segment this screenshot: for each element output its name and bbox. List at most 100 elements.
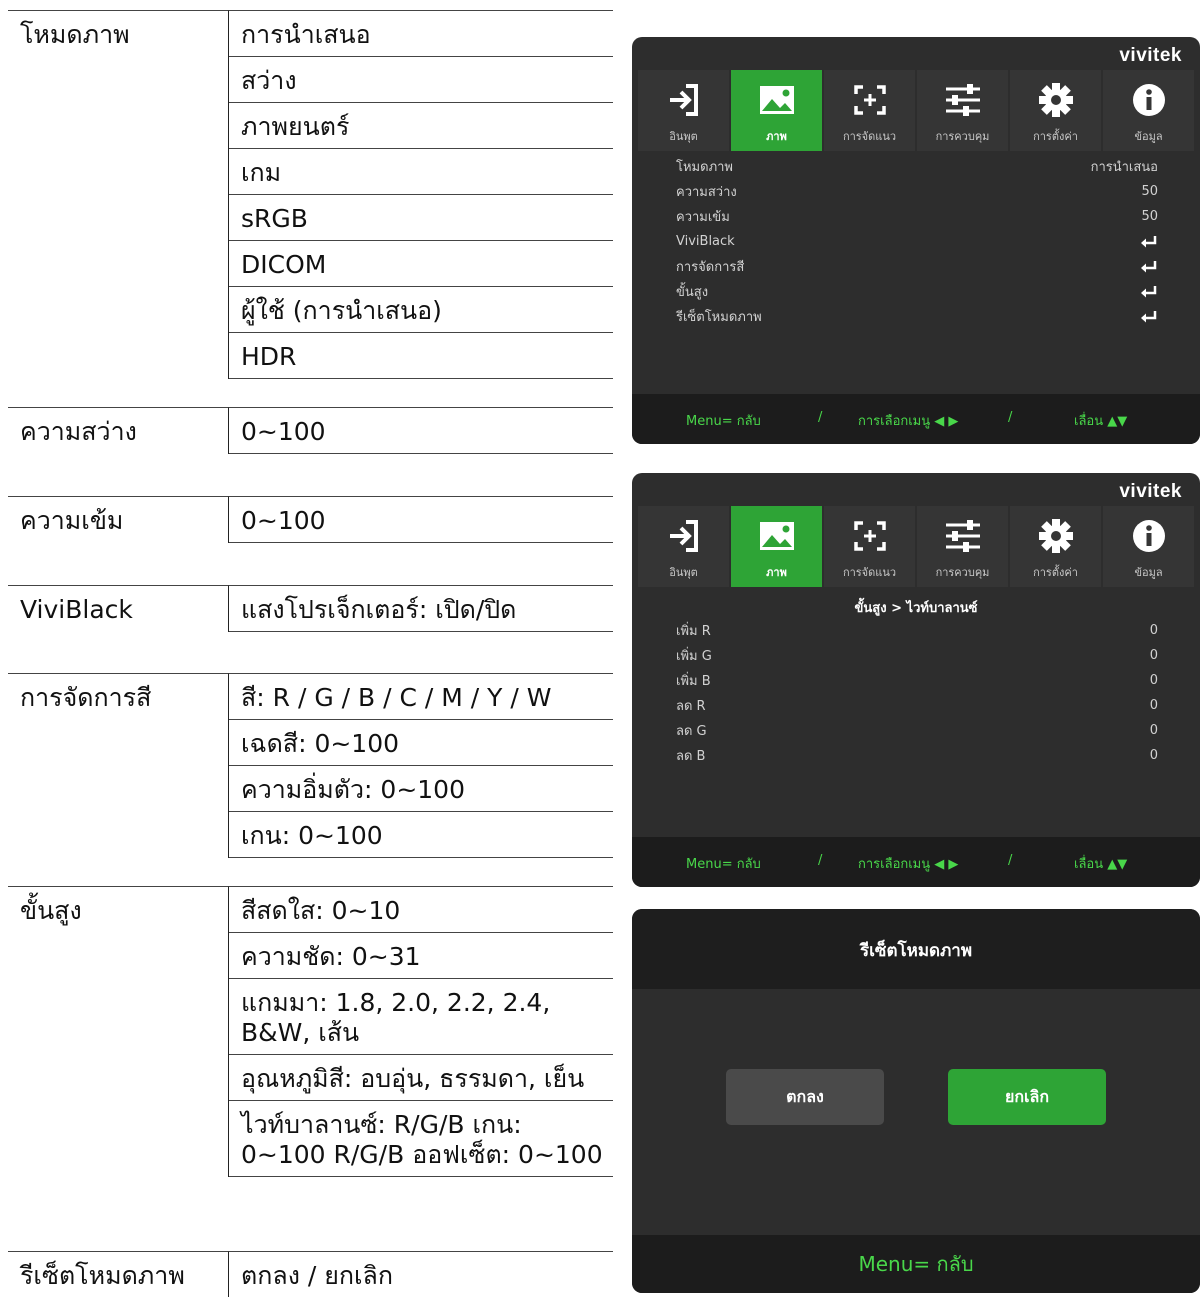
info-icon [1129,518,1169,554]
table-cell: ภาพยนตร์ [229,103,613,149]
table-cell: ไวท์บาลานซ์: R/G/B เกน: 0~100 R/G/B ออฟเ… [229,1101,613,1177]
enter-icon [1140,285,1158,299]
tab-input[interactable]: อินพุต [638,506,729,587]
tab-info[interactable]: ข้อมูล [1103,506,1194,587]
tab-label: ข้อมูล [1134,130,1163,143]
menu-item-value: 0 [1149,673,1158,688]
footer-scroll: เลื่อน ▲▼ [1074,414,1128,429]
table-cell: เฉดสี: 0~100 [229,720,613,766]
table-row-label: การจัดการสี [20,683,152,712]
reset-picture-mode-dialog: รีเซ็ตโหมดภาพ ตกลง ยกเลิก Menu= กลับ [632,909,1200,1293]
menu-item[interactable]: เพิ่ม B 0 [676,668,1158,693]
dialog-footer: Menu= กลับ [632,1235,1200,1293]
enter-icon [1140,260,1158,274]
menu-item[interactable]: ลด B 0 [676,743,1158,768]
menu-item-label: รีเซ็ตโหมดภาพ [676,310,762,325]
menu-item-label: ลด R [676,699,706,714]
menu-item-value: 0 [1149,723,1158,738]
table-cell: 0~100 [229,497,613,543]
footer-sep: / [1008,853,1013,868]
menu-item[interactable]: รีเซ็ตโหมดภาพ [676,304,1158,329]
footer-scroll: เลื่อน ▲▼ [1074,857,1128,872]
osd-tab-bar: อินพุต ภาพ การจัดแนว การควบคุม การตั้งค่า ข้อ… [638,506,1194,587]
menu-item[interactable]: เพิ่ม G 0 [676,643,1158,668]
input-icon [664,82,704,118]
menu-item[interactable]: ViviBlack [676,229,1158,254]
tab-sliders[interactable]: การควบคุม [917,506,1008,587]
tab-label: การตั้งค่า [1033,566,1078,579]
table-row-label: ความเข้ม [20,506,124,535]
footer-sep: / [818,853,823,868]
menu-item[interactable]: ลด G 0 [676,718,1158,743]
input-icon [664,518,704,554]
tab-image[interactable]: ภาพ [731,70,822,151]
tab-label: ภาพ [766,130,787,143]
sliders-icon [943,518,983,554]
table-cell: ผู้ใช้ (การนำเสนอ) [229,287,613,333]
tab-label: ข้อมูล [1134,566,1163,579]
menu-item-label: เพิ่ม G [676,649,712,664]
image-icon [757,82,797,118]
table-cell: ความชัด: 0~31 [229,933,613,979]
osd-footer: Menu= กลับ / การเลือกเมนู ◀ ▶ / เลื่อน ▲▼ [632,837,1200,887]
enter-icon [1140,310,1158,324]
table-cell: ความอิ่มตัว: 0~100 [229,766,613,812]
table-cell: อุณหภูมิสี: อบอุ่น, ธรรมดา, เย็น [229,1055,613,1101]
menu-item-label: การจัดการสี [676,260,745,275]
table-cell: เกม [229,149,613,195]
footer-select: การเลือกเมนู ◀ ▶ [858,857,959,872]
tab-sliders[interactable]: การควบคุม [917,70,1008,151]
menu-item[interactable]: การจัดการสี [676,254,1158,279]
dialog-title: รีเซ็ตโหมดภาพ [859,941,973,961]
tab-label: อินพุต [669,130,698,143]
tab-alignment[interactable]: การจัดแนว [824,506,915,587]
table-values: 0~100 [228,496,613,543]
table-values: สีสดใส: 0~10 ความชัด: 0~31 แกมมา: 1.8, 2.0… [228,886,613,1177]
tab-image[interactable]: ภาพ [731,506,822,587]
cancel-button[interactable]: ยกเลิก [948,1069,1106,1125]
menu-item[interactable]: โหมดภาพ การนำเสนอ [676,154,1158,179]
table-cell: sRGB [229,195,613,241]
menu-item[interactable]: ขั้นสูง [676,279,1158,304]
menu-item-label: ViviBlack [676,234,735,249]
table-cell: แสงโปรเจ็กเตอร์: เปิด/ปิด [229,586,613,632]
ok-button[interactable]: ตกลง [726,1069,884,1125]
menu-item-label: ขั้นสูง [676,285,709,300]
vivitek-logo: vivitek [1119,45,1182,66]
tab-gear[interactable]: การตั้งค่า [1010,506,1101,587]
tab-alignment[interactable]: การจัดแนว [824,70,915,151]
table-values: 0~100 [228,407,613,454]
table-values: แสงโปรเจ็กเตอร์: เปิด/ปิด [228,585,613,632]
tab-info[interactable]: ข้อมูล [1103,70,1194,151]
tab-label: ภาพ [766,566,787,579]
table-values: สี: R / G / B / C / M / Y / W เฉดสี: 0~10… [228,673,613,858]
tab-label: การควบคุม [935,566,990,579]
alignment-icon [850,82,890,118]
menu-item[interactable]: ความสว่าง 50 [676,179,1158,204]
menu-item-value: 50 [1141,184,1158,199]
table-row-label: ความสว่าง [20,417,137,446]
table-cell: เกน: 0~100 [229,812,613,858]
menu-item[interactable]: ความเข้ม 50 [676,204,1158,229]
osd-picture-menu: vivitek อินพุต ภาพ การจัดแนว การควบคุม การตั… [632,37,1200,444]
footer-sep: / [818,410,823,425]
menu-item-value: การนำเสนอ [1090,160,1158,175]
vivitek-logo: vivitek [1119,481,1182,502]
menu-item-value: 0 [1149,648,1158,663]
table-row-label: โหมดภาพ [20,20,130,49]
tab-gear[interactable]: การตั้งค่า [1010,70,1101,151]
menu-item[interactable]: ลด R 0 [676,693,1158,718]
menu-item-value: 0 [1149,623,1158,638]
table-cell: สว่าง [229,57,613,103]
table-row-label: รีเซ็ตโหมดภาพ [20,1261,185,1290]
menu-item-label: ความเข้ม [676,210,730,225]
menu-item-value: 0 [1149,698,1158,713]
table-cell: DICOM [229,241,613,287]
menu-item-label: เพิ่ม R [676,624,711,639]
info-icon [1129,82,1169,118]
tab-input[interactable]: อินพุต [638,70,729,151]
menu-item[interactable]: เพิ่ม R 0 [676,618,1158,643]
table-cell: 0~100 [229,408,613,454]
menu-item-label: เพิ่ม B [676,674,711,689]
tab-label: การตั้งค่า [1033,130,1078,143]
